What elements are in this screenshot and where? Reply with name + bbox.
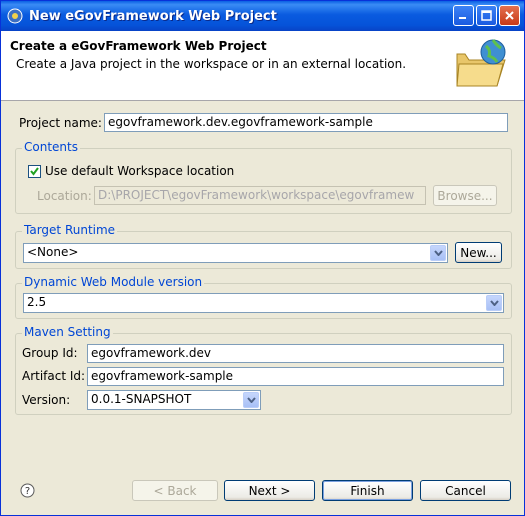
wizard-header: Create a eGovFramework Web Project Creat… xyxy=(1,31,524,101)
header-description: Create a Java project in the workspace o… xyxy=(16,57,407,71)
next-button[interactable]: Next > xyxy=(224,480,315,501)
header-title: Create a eGovFramework Web Project xyxy=(10,39,267,53)
folder-globe-icon xyxy=(453,36,511,94)
artifact-id-label: Artifact Id: xyxy=(22,369,86,383)
use-default-checkbox[interactable] xyxy=(28,165,41,178)
chevron-down-icon[interactable] xyxy=(486,295,502,311)
maximize-button[interactable] xyxy=(476,5,497,26)
artifact-id-input[interactable]: egovframework-sample xyxy=(87,367,504,386)
dynamic-web-module-group-title: Dynamic Web Module version xyxy=(22,275,205,289)
title-bar[interactable]: New eGovFramework Web Project xyxy=(1,1,524,31)
group-id-label: Group Id: xyxy=(22,346,78,360)
close-button[interactable] xyxy=(499,5,520,26)
target-runtime-value: <None> xyxy=(27,245,79,259)
browse-button[interactable]: Browse... xyxy=(433,185,497,206)
version-value: 0.0.1-SNAPSHOT xyxy=(91,392,192,406)
group-id-input[interactable]: egovframework.dev xyxy=(87,344,504,363)
cancel-button[interactable]: Cancel xyxy=(420,480,511,501)
dynamic-web-module-combo[interactable]: 2.5 xyxy=(23,293,504,313)
location-label: Location: xyxy=(37,189,92,203)
new-runtime-button[interactable]: New... xyxy=(455,242,502,263)
help-icon[interactable]: ? xyxy=(20,483,35,498)
use-default-label: Use default Workspace location xyxy=(45,164,235,178)
project-name-input[interactable]: egovframework.dev.egovframework-sample xyxy=(104,113,508,132)
target-runtime-group-title: Target Runtime xyxy=(22,223,118,237)
window-title: New eGovFramework Web Project xyxy=(29,8,277,24)
dialog-window: New eGovFramework Web Project Create a e… xyxy=(0,0,525,516)
maven-setting-group-title: Maven Setting xyxy=(22,325,113,339)
back-button[interactable]: < Back xyxy=(132,480,218,501)
dynamic-web-module-value: 2.5 xyxy=(27,295,47,309)
location-input[interactable]: D:\PROJECT\egovFramework\workspace\egovf… xyxy=(94,186,426,205)
chevron-down-icon[interactable] xyxy=(430,245,446,261)
version-label: Version: xyxy=(22,393,71,407)
finish-button[interactable]: Finish xyxy=(322,480,413,501)
svg-text:?: ? xyxy=(25,486,30,497)
version-combo[interactable]: 0.0.1-SNAPSHOT xyxy=(87,390,261,410)
project-name-label: Project name: xyxy=(19,116,102,130)
target-runtime-combo[interactable]: <None> xyxy=(23,243,448,263)
app-icon xyxy=(7,8,23,24)
contents-group-title: Contents xyxy=(22,140,80,154)
chevron-down-icon[interactable] xyxy=(243,392,259,408)
minimize-button[interactable] xyxy=(453,5,474,26)
